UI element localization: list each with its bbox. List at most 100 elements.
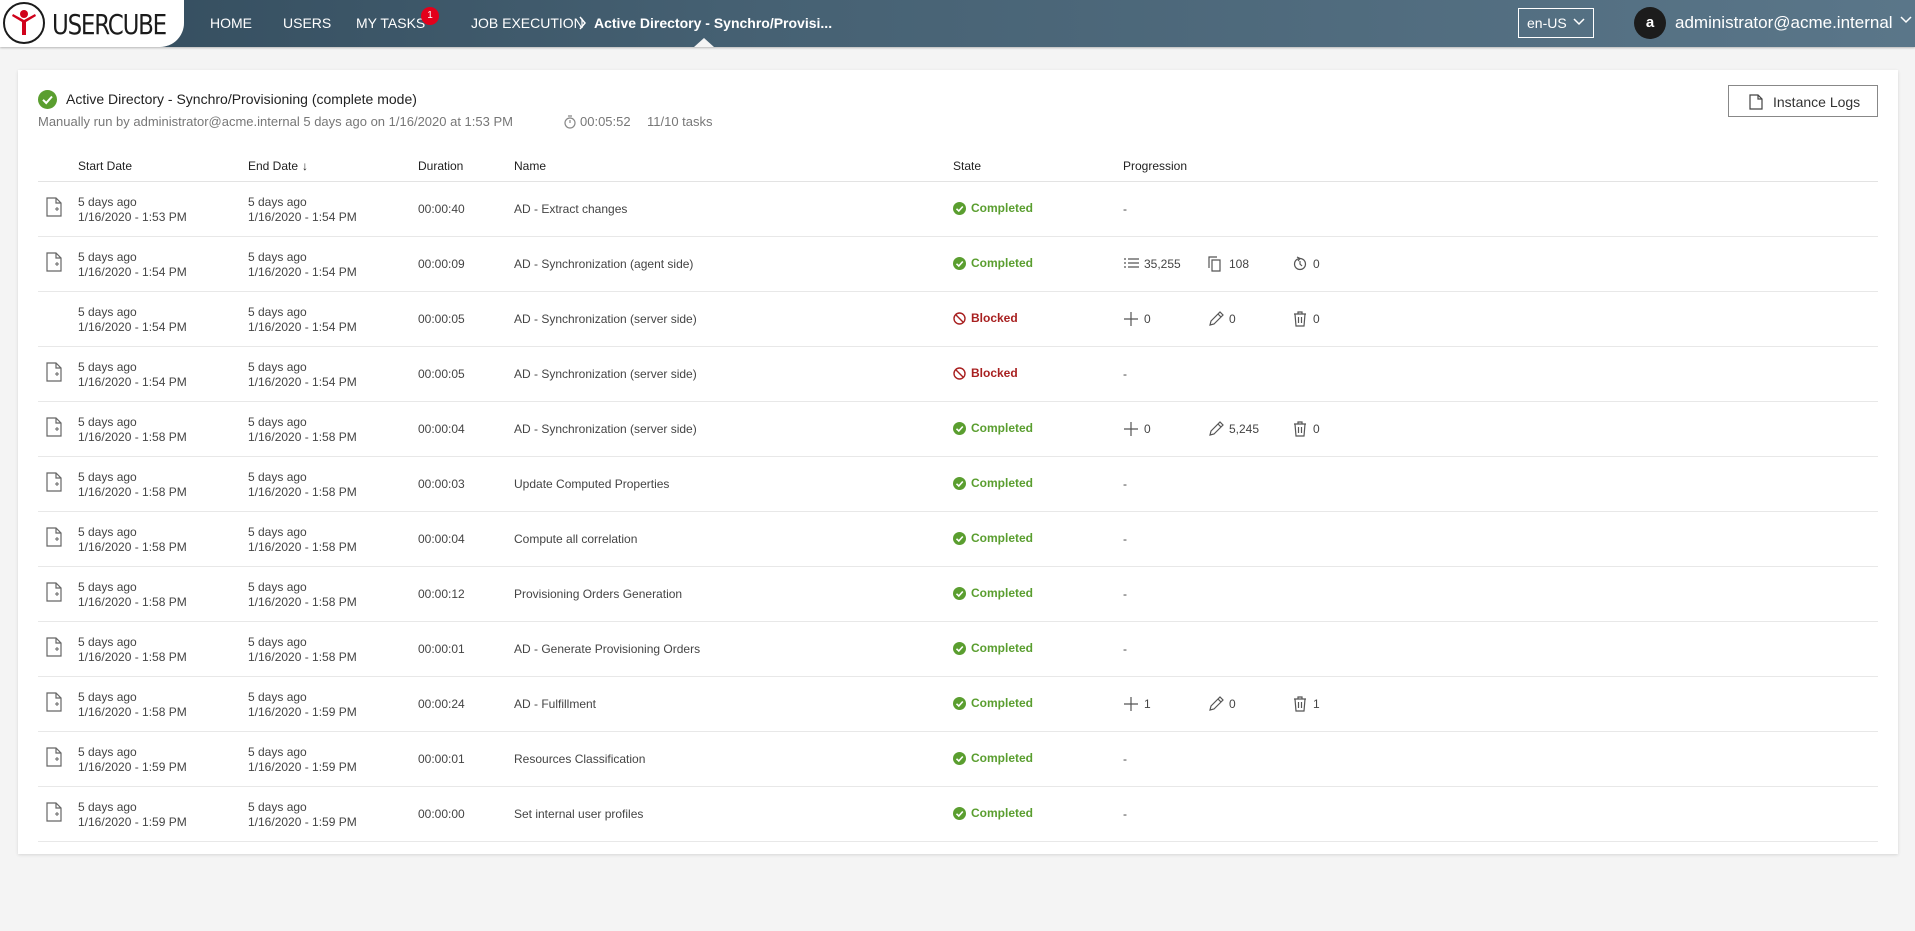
doc-icon[interactable] [46, 637, 62, 657]
doc-icon[interactable] [46, 582, 62, 602]
end-absolute: 1/16/2020 - 1:54 PM [248, 210, 357, 224]
end-relative: 5 days ago [248, 305, 307, 319]
doc-icon[interactable] [46, 692, 62, 712]
status-label: Completed [971, 201, 1034, 215]
copy-icon [1208, 256, 1221, 272]
end-relative: 5 days ago [248, 580, 307, 594]
table-row[interactable]: 5 days ago 1/16/2020 - 1:58 PM 5 days ago 1… [38, 567, 1878, 622]
start-relative: 5 days ago [78, 250, 137, 264]
progression-empty: - [1123, 532, 1127, 546]
trash-icon [1294, 421, 1306, 437]
start-date: 5 days ago 1/16/2020 - 1:59 PM [78, 800, 187, 830]
duration: 00:00:24 [418, 697, 465, 711]
end-relative: 5 days ago [248, 360, 307, 374]
start-relative: 5 days ago [78, 580, 137, 594]
doc-icon[interactable] [46, 417, 62, 437]
start-date: 5 days ago 1/16/2020 - 1:53 PM [78, 195, 187, 225]
header-duration[interactable]: Duration [418, 159, 463, 173]
table-row[interactable]: 5 days ago 1/16/2020 - 1:54 PM 5 days ago 1… [38, 237, 1878, 292]
job-instance-card: Active Directory - Synchro/Provisioning … [18, 70, 1898, 854]
duration: 00:00:01 [418, 752, 465, 766]
doc-icon[interactable] [46, 252, 62, 272]
task-name[interactable]: AD - Fulfillment [514, 697, 596, 711]
table-row[interactable]: 5 days ago 1/16/2020 - 1:58 PM 5 days ago 1… [38, 457, 1878, 512]
table-row[interactable]: 5 days ago 1/16/2020 - 1:58 PM 5 days ago 1… [38, 622, 1878, 677]
table-row[interactable]: 5 days ago 1/16/2020 - 1:58 PM 5 days ago 1… [38, 677, 1878, 732]
end-absolute: 1/16/2020 - 1:58 PM [248, 485, 357, 499]
end-date: 5 days ago 1/16/2020 - 1:59 PM [248, 800, 357, 830]
table-row[interactable]: 5 days ago 1/16/2020 - 1:54 PM 5 days ago 1… [38, 292, 1878, 347]
progression-value: 35,255 [1144, 257, 1181, 271]
doc-icon[interactable] [46, 747, 62, 767]
header-state[interactable]: State [953, 159, 981, 173]
logo[interactable]: USERCUBE [0, 0, 184, 47]
active-tab-indicator [694, 38, 714, 47]
task-name[interactable]: AD - Generate Provisioning Orders [514, 642, 700, 656]
doc-icon[interactable] [46, 197, 62, 217]
header-name[interactable]: Name [514, 159, 546, 173]
duration: 00:00:03 [418, 477, 465, 491]
instance-logs-button[interactable]: Instance Logs [1728, 85, 1878, 117]
status-label: Completed [971, 696, 1034, 710]
nav-users[interactable]: USERS [283, 15, 331, 31]
doc-icon[interactable] [46, 472, 62, 492]
job-duration: 00:05:52 [580, 114, 631, 129]
nav-my-tasks[interactable]: MY TASKS [356, 15, 425, 31]
table-row[interactable]: 5 days ago 1/16/2020 - 1:53 PM 5 days ago 1… [38, 182, 1878, 237]
duration: 00:00:05 [418, 367, 465, 381]
avatar[interactable]: a [1634, 7, 1666, 39]
nav-job-execution[interactable]: JOB EXECUTION [471, 15, 584, 31]
table-row[interactable]: 5 days ago 1/16/2020 - 1:59 PM 5 days ago 1… [38, 787, 1878, 842]
header-end-date[interactable]: End Date ↓ [248, 159, 308, 173]
usercube-logo-icon [3, 2, 45, 44]
header-progression[interactable]: Progression [1123, 159, 1187, 173]
status-label: Completed [971, 421, 1034, 435]
task-name[interactable]: AD - Synchronization (server side) [514, 367, 697, 381]
end-date: 5 days ago 1/16/2020 - 1:54 PM [248, 250, 357, 280]
task-name[interactable]: AD - Synchronization (server side) [514, 422, 697, 436]
user-menu[interactable]: administrator@acme.internal [1675, 13, 1893, 33]
task-name[interactable]: Update Computed Properties [514, 477, 669, 491]
progression-value: 1 [1313, 697, 1320, 711]
progression-value: 1 [1144, 697, 1151, 711]
task-name[interactable]: AD - Extract changes [514, 202, 627, 216]
task-name[interactable]: Compute all correlation [514, 532, 637, 546]
end-date: 5 days ago 1/16/2020 - 1:58 PM [248, 415, 357, 445]
start-date: 5 days ago 1/16/2020 - 1:54 PM [78, 360, 187, 390]
end-relative: 5 days ago [248, 800, 307, 814]
progression-empty: - [1123, 202, 1127, 216]
table-row[interactable]: 5 days ago 1/16/2020 - 1:58 PM 5 days ago 1… [38, 402, 1878, 457]
end-absolute: 1/16/2020 - 1:58 PM [248, 540, 357, 554]
start-absolute: 1/16/2020 - 1:59 PM [78, 760, 187, 774]
status-label: Completed [971, 476, 1034, 490]
nav-home[interactable]: HOME [210, 15, 252, 31]
blocked-icon [953, 312, 966, 325]
task-name[interactable]: Provisioning Orders Generation [514, 587, 682, 601]
end-date: 5 days ago 1/16/2020 - 1:54 PM [248, 195, 357, 225]
start-absolute: 1/16/2020 - 1:54 PM [78, 375, 187, 389]
task-name[interactable]: Resources Classification [514, 752, 645, 766]
table-row[interactable]: 5 days ago 1/16/2020 - 1:54 PM 5 days ago 1… [38, 347, 1878, 402]
table-row[interactable]: 5 days ago 1/16/2020 - 1:59 PM 5 days ago 1… [38, 732, 1878, 787]
table-row[interactable]: 5 days ago 1/16/2020 - 1:58 PM 5 days ago 1… [38, 512, 1878, 567]
doc-icon[interactable] [46, 527, 62, 547]
language-select[interactable]: en-US [1518, 8, 1594, 38]
chevron-down-icon[interactable] [1900, 13, 1912, 27]
duration: 00:00:00 [418, 807, 465, 821]
breadcrumb-current: Active Directory - Synchro/Provisi... [594, 15, 833, 31]
end-date: 5 days ago 1/16/2020 - 1:54 PM [248, 360, 357, 390]
header-start-date[interactable]: Start Date [78, 159, 132, 173]
task-name[interactable]: AD - Synchronization (server side) [514, 312, 697, 326]
start-relative: 5 days ago [78, 415, 137, 429]
end-date: 5 days ago 1/16/2020 - 1:58 PM [248, 470, 357, 500]
end-date: 5 days ago 1/16/2020 - 1:54 PM [248, 305, 357, 335]
end-absolute: 1/16/2020 - 1:58 PM [248, 595, 357, 609]
doc-icon[interactable] [46, 802, 62, 822]
job-run-info: Manually run by administrator@acme.inter… [38, 114, 513, 129]
clock-refresh-icon [1293, 256, 1307, 271]
task-name[interactable]: AD - Synchronization (agent side) [514, 257, 693, 271]
task-name[interactable]: Set internal user profiles [514, 807, 643, 821]
doc-icon[interactable] [46, 362, 62, 382]
start-absolute: 1/16/2020 - 1:54 PM [78, 320, 187, 334]
end-date: 5 days ago 1/16/2020 - 1:58 PM [248, 525, 357, 555]
